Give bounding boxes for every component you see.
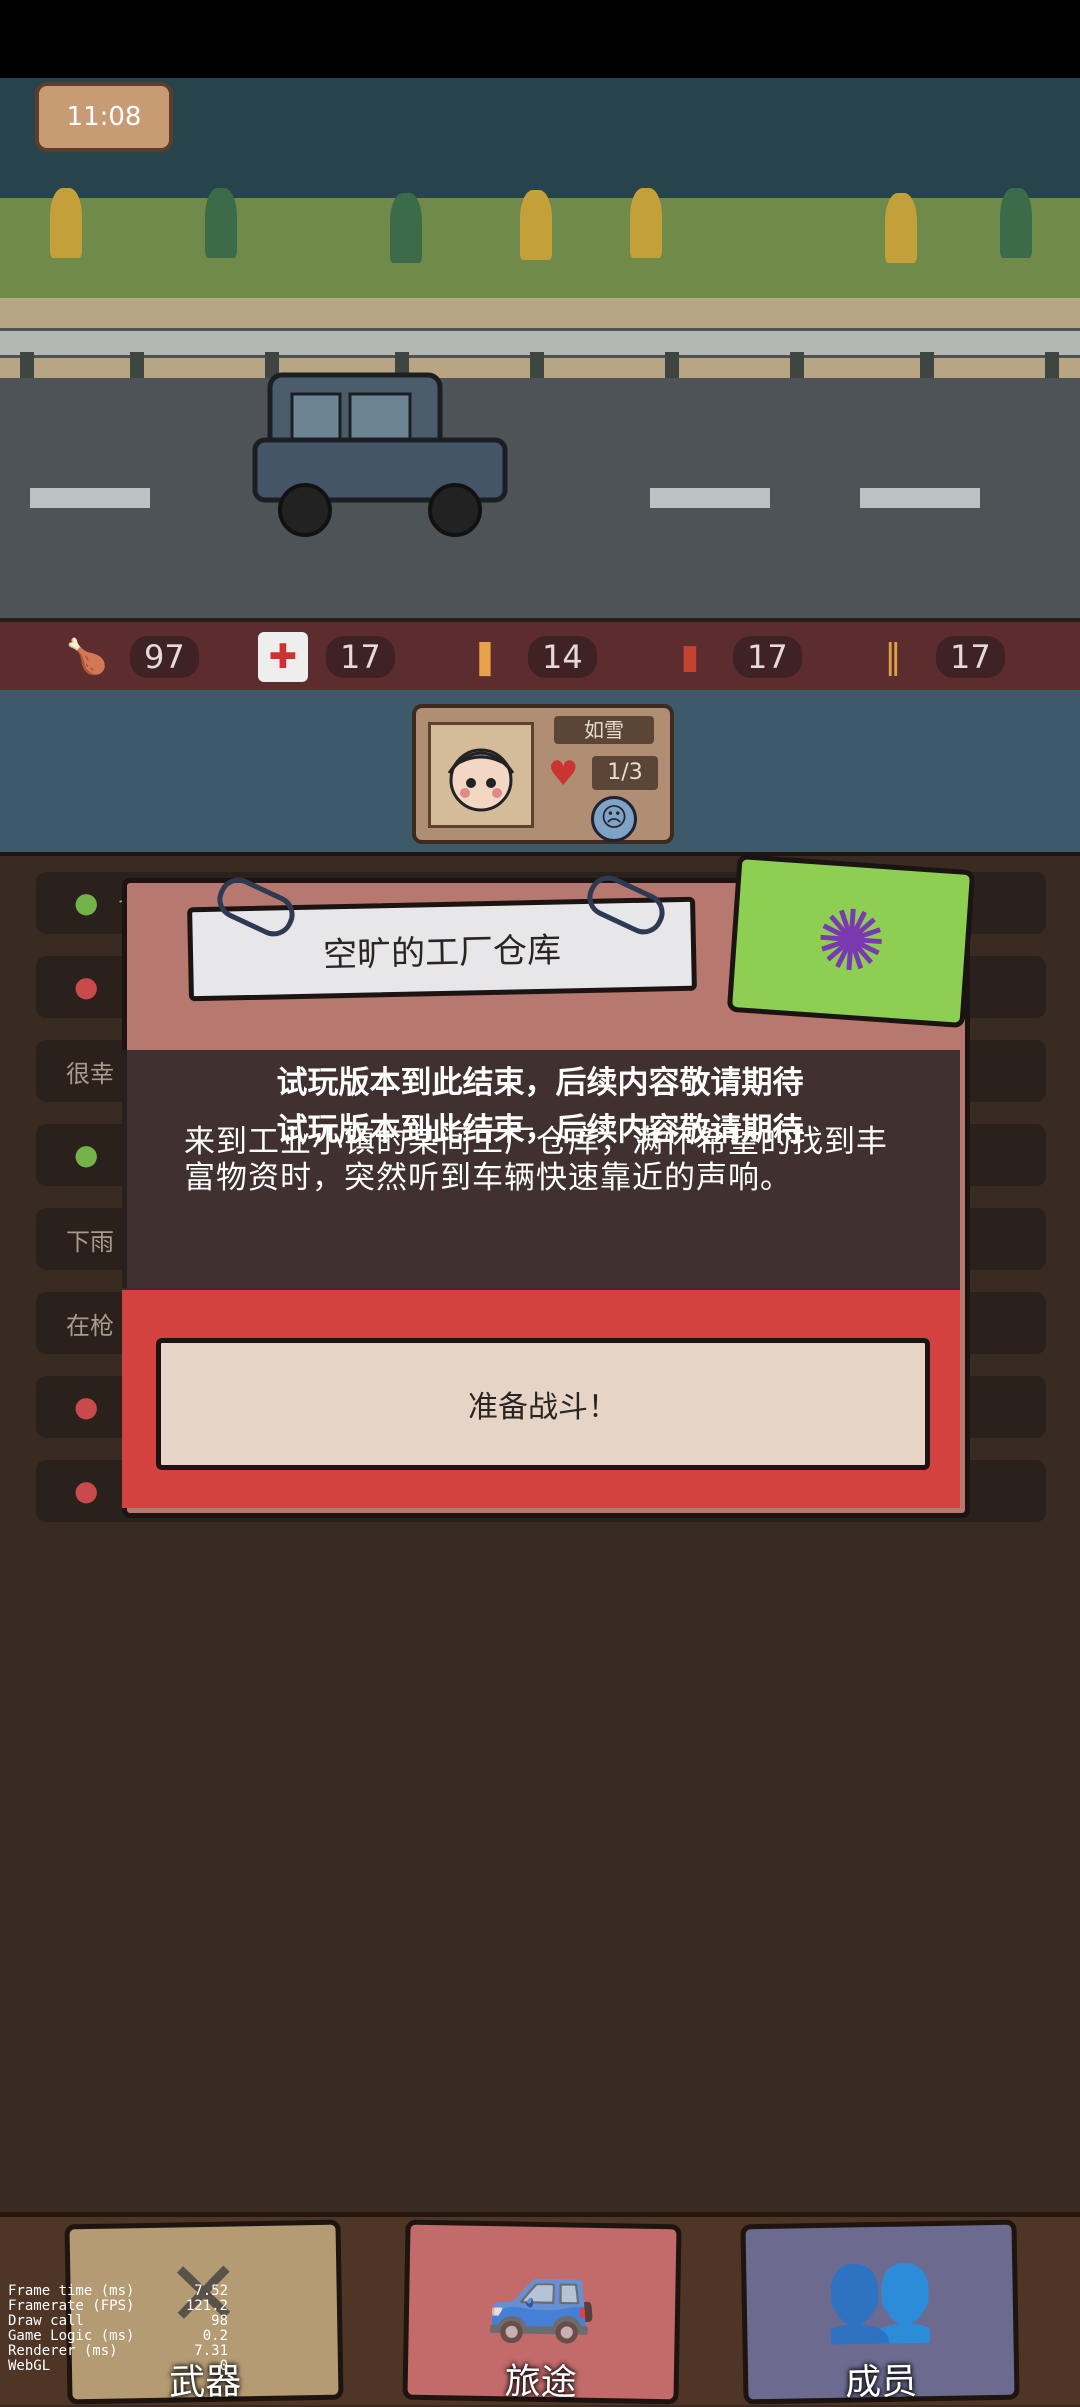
road-scene <box>0 78 1080 618</box>
resource-meat: 🍗 97 <box>62 632 199 682</box>
tree <box>630 188 662 258</box>
resource-medkit: ✚ 17 <box>258 632 395 682</box>
members-icon: 👥 <box>822 2240 937 2348</box>
sad-face-icon: ☹ <box>591 796 637 842</box>
debug-key: Framerate (FPS) <box>8 2298 135 2314</box>
rifle-ammo-icon: ‖ <box>884 637 902 677</box>
resource-value: 14 <box>528 636 597 678</box>
status-bar <box>0 0 1080 78</box>
character-card[interactable]: 如雪 ♥ 1/3 ☹ <box>412 704 674 844</box>
resource-bar: 🍗 97 ✚ 17 ❚ 14 ▮ 17 ‖ 17 <box>0 618 1080 696</box>
time-badge: 11:08 <box>35 82 173 152</box>
debug-row: Game Logic (ms) 0.2 <box>8 2329 228 2344</box>
health-value: 1/3 <box>592 756 658 790</box>
debug-key: Renderer (ms) <box>8 2343 118 2359</box>
bullet-icon: ❚ <box>470 637 500 677</box>
list-item-text: 下雨 <box>66 1228 114 1256</box>
list-item-text: 在枪 <box>66 1312 114 1340</box>
tree <box>390 193 422 263</box>
debug-value: 0 <box>219 2358 228 2374</box>
shotgun-shell-icon: ▮ <box>680 637 700 677</box>
debug-row: Renderer (ms) 7.31 <box>8 2344 228 2359</box>
debug-key: Draw call <box>8 2313 84 2329</box>
resource-value: 17 <box>326 636 395 678</box>
lane-marking <box>650 488 770 508</box>
debug-value: 7.52 <box>194 2283 228 2299</box>
tab-members[interactable]: 👥 成员 <box>740 2219 1020 2405</box>
resource-rifle-ammo: ‖ 17 <box>868 632 1005 682</box>
virus-icon: ✺ <box>726 853 976 1029</box>
debug-key: Game Logic (ms) <box>8 2328 135 2344</box>
meat-icon: 🍗 <box>65 637 109 677</box>
thumbs-down-icon: ● <box>74 1474 99 1507</box>
tree <box>885 193 917 263</box>
thumbs-up-icon: ● <box>74 886 99 919</box>
tab-journey[interactable]: 🚙 旅途 <box>402 2219 682 2405</box>
jeep-vehicle <box>252 372 508 537</box>
tree <box>520 190 552 260</box>
thumbs-down-icon: ● <box>74 1390 99 1423</box>
avatar <box>428 722 534 828</box>
thumbs-down-icon: ● <box>74 970 99 1003</box>
debug-key: WebGL <box>8 2358 51 2374</box>
lane-marking <box>30 488 150 508</box>
debug-value: 0.2 <box>202 2328 228 2344</box>
tab-label: 旅途 <box>504 2361 578 2404</box>
tree <box>1000 188 1032 258</box>
car-icon: 🚙 <box>485 2240 600 2348</box>
medkit-icon: ✚ <box>258 632 308 682</box>
tab-label: 成员 <box>844 2361 918 2404</box>
resource-value: 97 <box>130 636 199 678</box>
debug-value: 121.2 <box>185 2298 228 2314</box>
debug-key: Frame time (ms) <box>8 2283 135 2299</box>
debug-row: Framerate (FPS) 121.2 <box>8 2299 228 2314</box>
debug-row: Draw call 98 <box>8 2314 228 2329</box>
lane-marking <box>860 488 980 508</box>
demo-end-notice-duplicate: 试玩版本到此结束，后续内容敬请期待 <box>276 1112 804 1148</box>
prepare-battle-button[interactable]: 准备战斗！ <box>156 1338 930 1470</box>
character-name: 如雪 <box>554 716 654 744</box>
debug-stats: Frame time (ms) 7.52 Framerate (FPS) 121.2… <box>8 2284 228 2374</box>
heart-icon: ♥ <box>548 754 579 794</box>
resource-bullet: ❚ 14 <box>460 632 597 682</box>
debug-row: Frame time (ms) 7.52 <box>8 2284 228 2299</box>
resource-value: 17 <box>733 636 802 678</box>
debug-value: 98 <box>211 2313 228 2329</box>
character-face-icon <box>447 748 515 812</box>
debug-row: WebGL 0 <box>8 2359 228 2374</box>
tree <box>205 188 237 258</box>
resource-shell: ▮ 17 <box>665 632 802 682</box>
resource-value: 17 <box>936 636 1005 678</box>
time-text: 11:08 <box>66 102 142 132</box>
demo-end-notice: 试玩版本到此结束，后续内容敬请期待 <box>276 1065 804 1101</box>
tree <box>50 188 82 258</box>
debug-value: 7.31 <box>194 2343 228 2359</box>
